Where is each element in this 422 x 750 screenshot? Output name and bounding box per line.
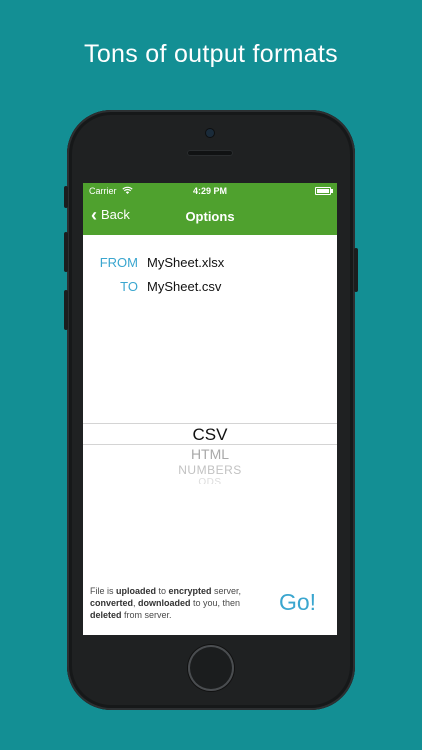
volume-down-button (64, 290, 68, 330)
note-bold: downloaded (138, 598, 191, 608)
note-text: server, (211, 586, 242, 596)
note-bold: deleted (90, 610, 122, 620)
format-picker[interactable]: CSV HTML NUMBERS ODS (83, 423, 337, 487)
page-title: Options (185, 209, 235, 224)
status-bar: Carrier 4:29 PM (83, 183, 337, 199)
volume-up-button (64, 232, 68, 272)
promo-headline: Tons of output formats (84, 40, 338, 68)
from-filename: MySheet.xlsx (147, 255, 225, 270)
note-text: to you, then (190, 598, 241, 608)
note-text: to (156, 586, 169, 596)
privacy-note: File is uploaded to encrypted server, con… (90, 585, 270, 621)
note-bold: converted (90, 598, 134, 608)
picker-top-divider (83, 423, 337, 424)
front-camera (206, 129, 214, 137)
picker-option-selected[interactable]: CSV (83, 425, 337, 445)
power-button (354, 248, 358, 292)
to-filename: MySheet.csv (147, 279, 222, 294)
navigation-bar: Carrier 4:29 PM ‹ Back Options (83, 183, 337, 235)
picker-option[interactable]: ODS (83, 477, 337, 484)
home-button[interactable] (188, 645, 234, 691)
battery-icon (315, 187, 333, 195)
to-label: TO (120, 279, 138, 294)
note-text: from server. (121, 610, 172, 620)
go-button[interactable]: Go! (279, 589, 316, 616)
status-time: 4:29 PM (192, 186, 227, 196)
picker-option[interactable]: NUMBERS (83, 463, 337, 477)
earpiece-speaker (187, 150, 233, 156)
picker-option[interactable]: HTML (83, 446, 337, 462)
app-screen: Carrier 4:29 PM ‹ Back Options FROM MySh… (83, 183, 337, 635)
mute-switch (64, 186, 68, 208)
note-text: File is (90, 586, 117, 596)
from-label: FROM (99, 255, 138, 270)
note-bold: encrypted (168, 586, 212, 596)
note-bold: uploaded (116, 586, 157, 596)
